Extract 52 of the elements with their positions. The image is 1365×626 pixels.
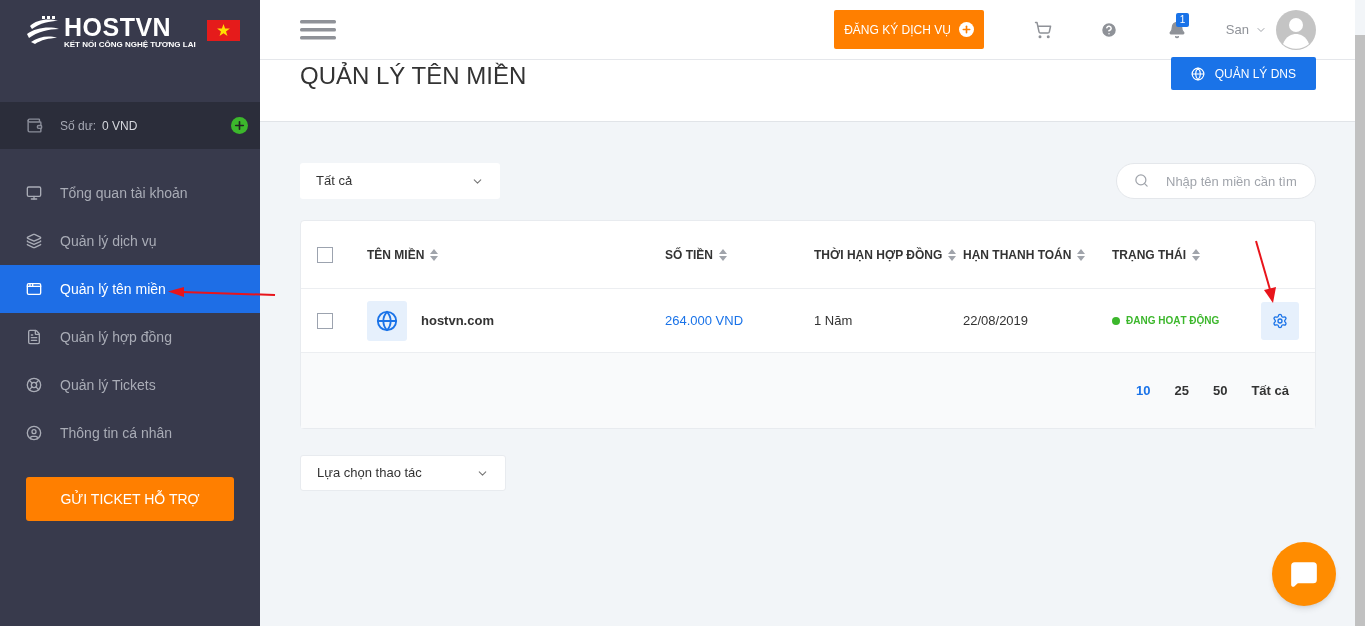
checkbox[interactable] xyxy=(317,246,333,263)
page-title: QUẢN LÝ TÊN MIỀN xyxy=(300,61,527,91)
flag-icon[interactable] xyxy=(207,20,240,41)
page-size-option[interactable]: 50 xyxy=(1212,380,1228,401)
sidebar-item[interactable]: Quản lý hợp đồng xyxy=(0,313,260,361)
add-funds-icon[interactable] xyxy=(231,117,248,134)
settings-button[interactable] xyxy=(1261,301,1299,340)
page-size-option[interactable]: 10 xyxy=(1136,380,1151,401)
sidebar-item[interactable]: Quản lý tên miền xyxy=(0,265,260,313)
avatar[interactable] xyxy=(1276,9,1316,50)
page-size-option[interactable]: 25 xyxy=(1174,380,1189,401)
sort-icon xyxy=(719,248,727,261)
column-header[interactable]: TÊN MIỀN xyxy=(367,245,425,264)
sidebar-item[interactable]: Tổng quan tài khoản xyxy=(0,169,260,217)
bulk-action-dropdown[interactable]: Lựa chọn thao tác xyxy=(300,455,506,491)
sort-icon xyxy=(948,248,957,261)
filter-dropdown[interactable]: Tất cả xyxy=(300,163,500,199)
sort-icon xyxy=(430,248,439,261)
balance-label: Số dư: xyxy=(60,117,97,135)
settings-icon xyxy=(1272,312,1288,329)
sort-icon xyxy=(1192,248,1200,261)
dns-button[interactable]: QUẢN LÝ DNS xyxy=(1170,57,1316,90)
plus-icon xyxy=(958,22,974,37)
help-icon[interactable] xyxy=(1099,20,1118,39)
table-cell-text: 264.000 VND xyxy=(665,311,745,330)
checkbox[interactable] xyxy=(317,312,333,329)
table-cell-text: 1 Năm xyxy=(814,311,854,330)
search-field[interactable]: Nhập tên miền cần tìm xyxy=(1116,163,1316,199)
brand-tagline: KẾT NỐI CÔNG NGHỆ TƯƠNG LAI xyxy=(64,40,196,50)
sidebar-item[interactable]: Quản lý Tickets xyxy=(0,361,260,409)
annotation-arrow xyxy=(1253,240,1279,304)
globe-icon xyxy=(1190,66,1205,81)
wallet-icon xyxy=(26,117,43,134)
status-label: ĐANG HOẠT ĐỘNG xyxy=(1126,313,1220,328)
balance-value: 0 VND xyxy=(102,117,138,135)
sidebar-item[interactable]: Thông tin cá nhân xyxy=(0,409,260,457)
table-cell-text: 22/08/2019 xyxy=(963,311,1030,330)
domain-name[interactable]: hostvn.com xyxy=(421,310,494,331)
chat-button[interactable] xyxy=(1272,542,1336,606)
brand-name: HOSTVN xyxy=(64,14,173,40)
chat-icon xyxy=(1290,560,1318,588)
column-header[interactable]: THỜI HẠN HỢP ĐỒNG xyxy=(814,245,943,264)
globe-icon xyxy=(367,300,407,341)
column-header[interactable]: HẠN THANH TOÁN xyxy=(963,245,1072,264)
sidebar-item[interactable]: Quản lý dịch vụ xyxy=(0,217,260,265)
column-header[interactable]: SỐ TIỀN xyxy=(665,245,713,264)
notification-badge: 1 xyxy=(1175,12,1190,27)
column-header[interactable]: TRẠNG THÁI xyxy=(1112,245,1186,264)
search-icon xyxy=(1134,173,1149,188)
cart-icon[interactable] xyxy=(1033,20,1052,39)
sort-icon xyxy=(1077,248,1086,261)
page-size-option[interactable]: Tất cả xyxy=(1251,380,1289,401)
